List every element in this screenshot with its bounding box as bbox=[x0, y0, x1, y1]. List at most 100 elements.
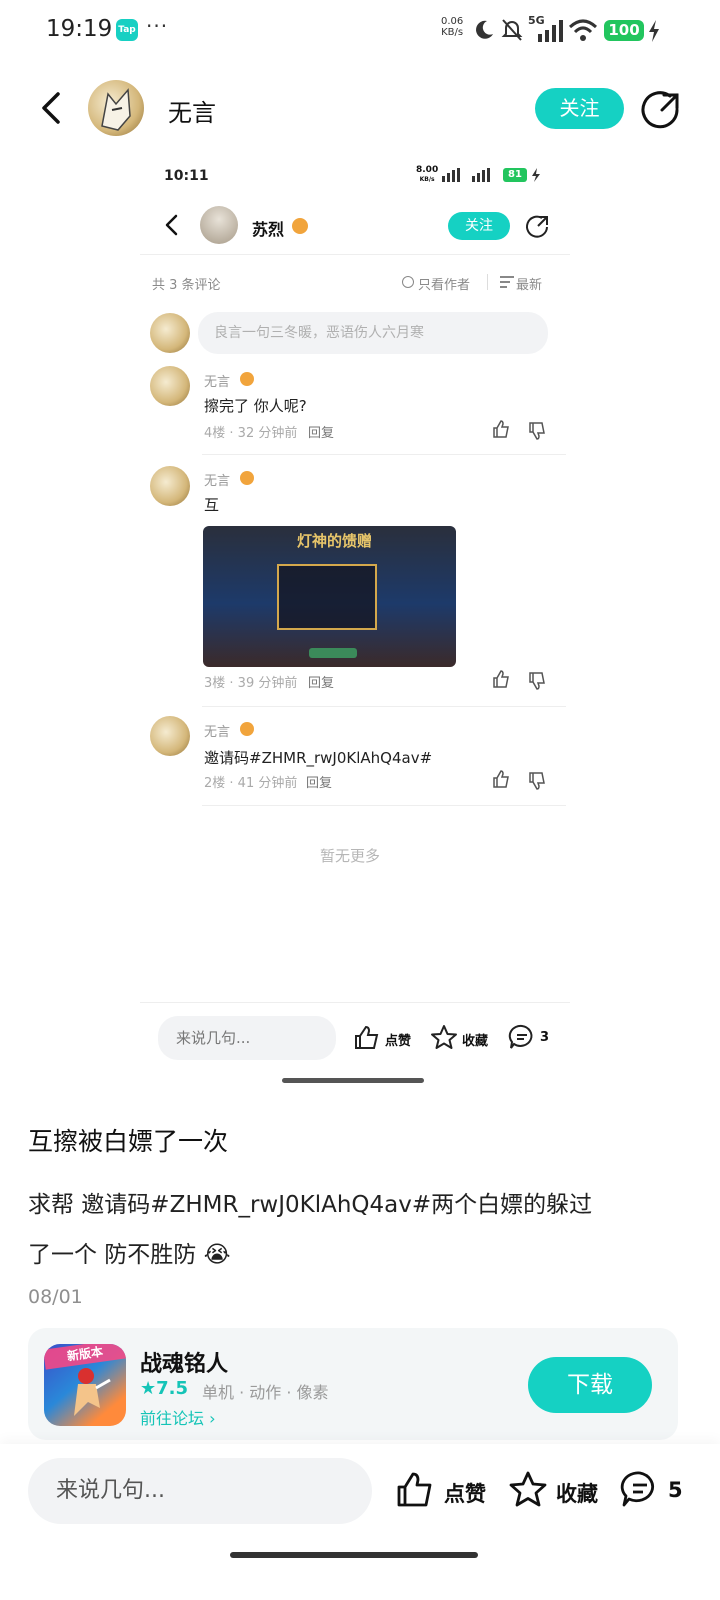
battery-indicator: 100 bbox=[604, 20, 644, 41]
shot-like-icon bbox=[493, 420, 509, 438]
post-body-text: 了一个 防不胜防 bbox=[28, 1242, 197, 1268]
favorite-button[interactable]: 收藏 bbox=[508, 1468, 604, 1516]
shot-filter-author: 只看作者 bbox=[418, 278, 471, 293]
more-notifications-icon: ··· bbox=[146, 14, 169, 38]
comments-button[interactable]: 5 bbox=[620, 1468, 700, 1516]
shot-net-speed-value: 8.00 bbox=[416, 165, 439, 175]
crying-emoji-icon: 😭 bbox=[203, 1242, 231, 1268]
star-outline-icon bbox=[509, 1471, 547, 1507]
shot-share-icon bbox=[526, 215, 548, 238]
thumbs-up-icon bbox=[397, 1472, 432, 1507]
shot-charging-icon bbox=[532, 168, 540, 182]
shot-comment-avatar bbox=[150, 366, 190, 406]
shot-follow-button: 关注 bbox=[448, 212, 510, 240]
game-icon[interactable]: 新版本 bbox=[44, 1344, 126, 1426]
shot-comment-count: 共 3 条评论 bbox=[152, 278, 221, 293]
post-body-line: 了一个 防不胜防 😭 bbox=[28, 1230, 692, 1280]
net-speed: 0.06 KB/s bbox=[441, 16, 463, 38]
post-body-line: 求帮 邀请码#ZHMR_rwJ0KlAhQ4av#两个白嫖的躲过 bbox=[28, 1192, 593, 1218]
shot-image-dialog bbox=[277, 564, 377, 630]
status-time: 19:19 bbox=[46, 16, 113, 42]
post-screenshot-image[interactable]: 10:11 8.00 KB/s 81 苏烈 关注 共 3 条评论 只看作者 最新… bbox=[140, 150, 570, 1086]
favorite-label: 收藏 bbox=[556, 1482, 598, 1506]
shot-comment-avatar bbox=[150, 716, 190, 756]
shot-dislike-icon bbox=[529, 772, 545, 790]
shot-header-divider bbox=[140, 254, 570, 255]
shot-comment-input: 良言一句三冬暖，恶语伤人六月寒 bbox=[198, 312, 548, 354]
author-avatar[interactable] bbox=[88, 80, 144, 136]
shot-filter-divider bbox=[487, 274, 488, 290]
comment-count: 5 bbox=[668, 1478, 683, 1502]
shot-star-icon bbox=[431, 1025, 457, 1049]
forum-link[interactable]: 前往论坛 › bbox=[140, 1405, 216, 1429]
shot-net-speed-unit: KB/s bbox=[419, 176, 435, 183]
shot-user-avatar bbox=[200, 206, 238, 244]
shot-status-time: 10:11 bbox=[164, 168, 209, 184]
shot-like-icon bbox=[493, 770, 509, 788]
tap-app-icon: Tap bbox=[116, 19, 138, 41]
charging-icon bbox=[649, 20, 659, 42]
shot-image-button bbox=[309, 648, 357, 658]
game-name[interactable]: 战魂铭人 bbox=[140, 1346, 228, 1378]
shot-comment-divider bbox=[202, 805, 566, 806]
shot-like-icon bbox=[493, 670, 509, 688]
game-rating: ★7.5 bbox=[140, 1378, 188, 1399]
shot-like-label: 点赞 bbox=[385, 1034, 412, 1049]
author-name[interactable]: 无言 bbox=[168, 93, 216, 128]
shot-dislike-icon bbox=[529, 422, 545, 440]
shot-comment-divider bbox=[202, 454, 566, 455]
image-scroll-handle bbox=[282, 1078, 424, 1083]
shot-comment-meta: 3楼 · 39 分钟前 bbox=[204, 676, 298, 691]
home-indicator[interactable] bbox=[230, 1552, 478, 1558]
shot-sort-icon bbox=[500, 276, 514, 288]
shot-battery: 81 bbox=[503, 168, 527, 182]
post-date: 08/01 bbox=[28, 1286, 83, 1308]
share-icon[interactable] bbox=[640, 90, 682, 132]
shot-reply-link: 回复 bbox=[306, 776, 333, 791]
shot-dislike-icon bbox=[529, 672, 545, 690]
shot-level-badge-icon bbox=[240, 372, 254, 386]
shot-user-name: 苏烈 bbox=[252, 220, 285, 239]
shot-comment-meta: 4楼 · 32 分钟前 bbox=[204, 426, 298, 441]
game-tags: 单机 · 动作 · 像素 bbox=[202, 1383, 329, 1402]
shot-comment-avatar bbox=[150, 466, 190, 506]
shot-level-badge-icon bbox=[292, 218, 308, 234]
shot-fav-label: 收藏 bbox=[462, 1034, 489, 1049]
shot-comment-icon bbox=[508, 1024, 533, 1049]
game-character-icon bbox=[74, 1368, 111, 1416]
shot-image-title: 灯神的馈赠 bbox=[297, 532, 373, 550]
bell-muted-icon bbox=[501, 19, 523, 41]
wolf-avatar-icon bbox=[101, 88, 131, 131]
shot-comment-author: 无言 bbox=[204, 375, 231, 390]
wifi-icon bbox=[568, 19, 598, 41]
moon-icon bbox=[476, 20, 493, 39]
post-title: 互擦被白嫖了一次 bbox=[28, 1127, 229, 1156]
game-rating-value: 7.5 bbox=[156, 1378, 189, 1399]
comment-bubble-icon bbox=[620, 1471, 654, 1507]
shot-signal-icon bbox=[442, 168, 490, 182]
forum-link-label: 前往论坛 bbox=[140, 1409, 205, 1428]
like-button[interactable]: 点赞 bbox=[396, 1468, 492, 1516]
status-bar: 19:19 Tap ··· 0.06 KB/s 5G 100 bbox=[0, 0, 720, 60]
shot-sort-label: 最新 bbox=[516, 278, 543, 293]
shot-level-badge-icon bbox=[240, 471, 254, 485]
chevron-right-icon: › bbox=[209, 1409, 216, 1428]
back-arrow-icon[interactable] bbox=[34, 90, 70, 126]
shot-my-avatar bbox=[150, 313, 190, 353]
shot-no-more: 暂无更多 bbox=[320, 847, 381, 865]
shot-comment-image: 灯神的馈赠 bbox=[203, 526, 456, 667]
comment-input[interactable]: 来说几句... bbox=[28, 1458, 372, 1524]
shot-level-badge-icon bbox=[240, 722, 254, 736]
shot-comment-text: 擦完了 你人呢? bbox=[204, 397, 307, 415]
shot-radio-icon bbox=[402, 276, 414, 288]
shot-reply-link: 回复 bbox=[308, 676, 335, 691]
net-speed-unit: KB/s bbox=[441, 27, 464, 38]
shot-bottom-divider bbox=[140, 1002, 570, 1003]
shot-comment-author: 无言 bbox=[204, 474, 231, 489]
shot-bottom-input: 来说几句... bbox=[158, 1016, 336, 1060]
follow-button[interactable]: 关注 bbox=[535, 88, 624, 129]
download-button[interactable]: 下载 bbox=[528, 1357, 652, 1413]
shot-comment-meta: 2楼 · 41 分钟前 bbox=[204, 776, 298, 791]
like-label: 点赞 bbox=[444, 1482, 486, 1506]
shot-reply-link: 回复 bbox=[308, 426, 335, 441]
